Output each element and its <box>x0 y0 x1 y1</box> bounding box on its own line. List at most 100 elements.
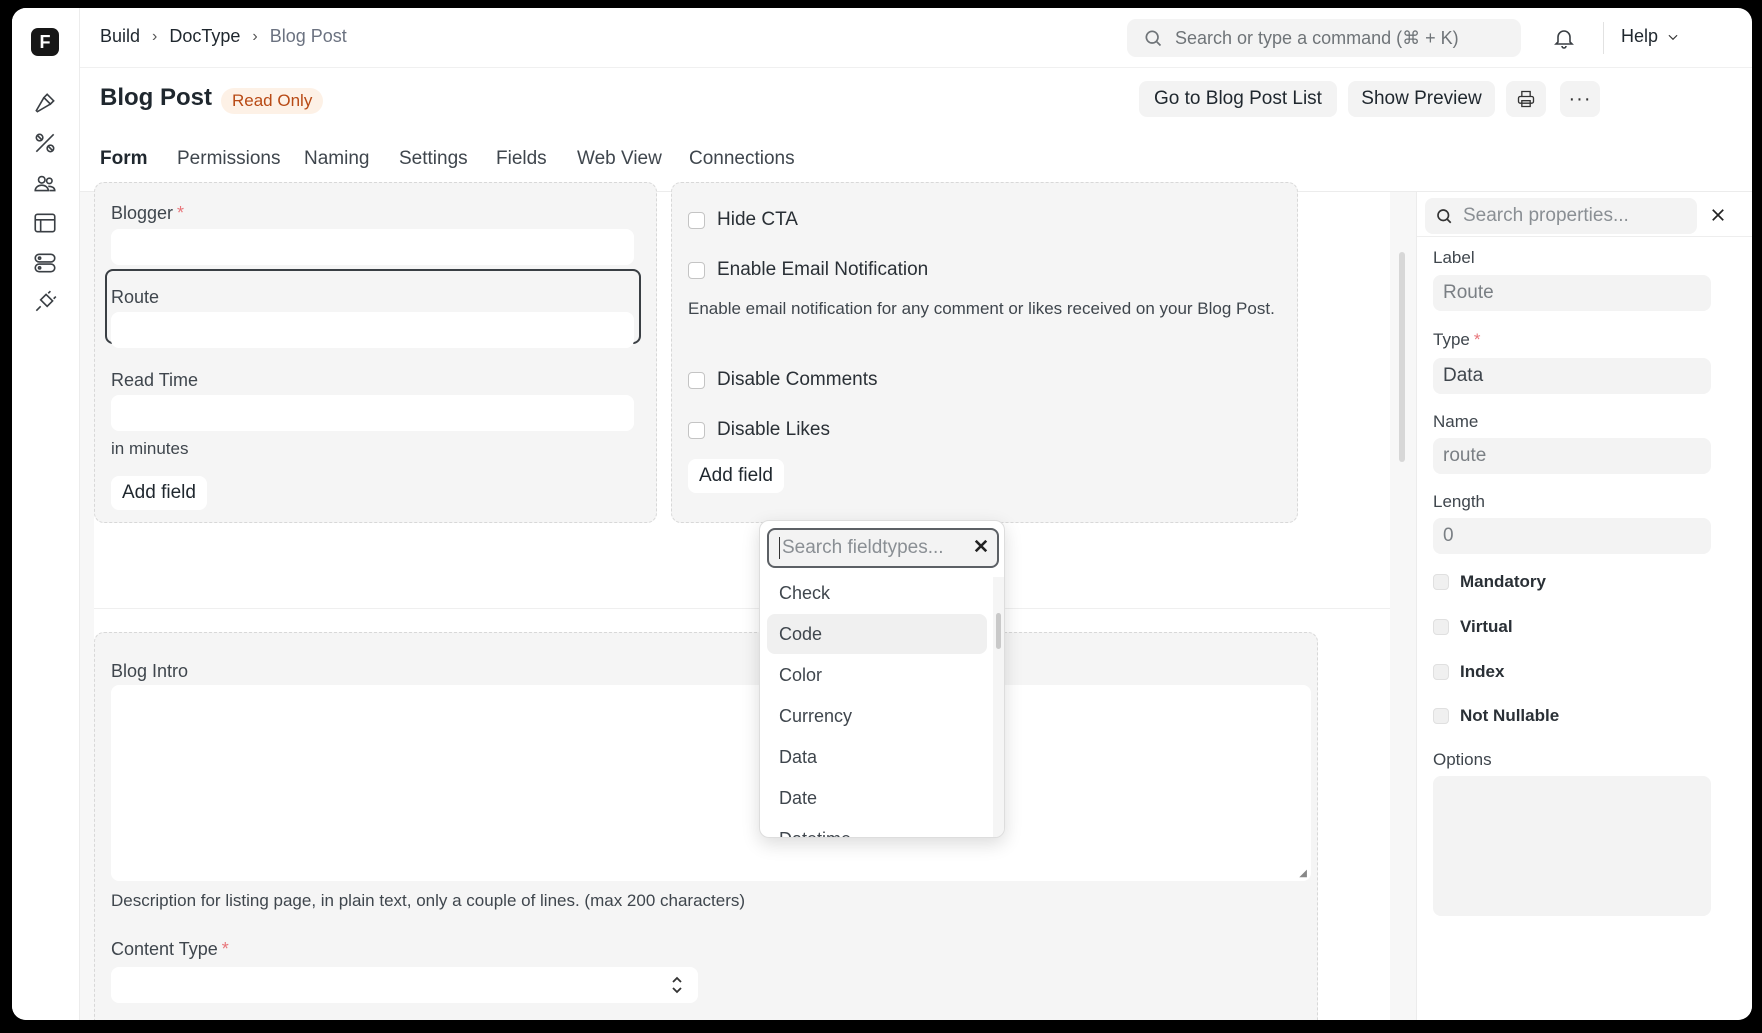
prop-index-checkbox[interactable]: Index <box>1433 662 1504 682</box>
form-canvas: Blogger * Route Read Time in minutes Add … <box>80 182 1416 1020</box>
read-time-label[interactable]: Read Time <box>111 370 198 391</box>
prop-length-label: Length <box>1433 492 1485 511</box>
tab-connections[interactable]: Connections <box>689 148 795 170</box>
tab-fields[interactable]: Fields <box>496 148 547 170</box>
app-logo[interactable]: F <box>31 28 59 56</box>
window-icon[interactable] <box>32 210 58 236</box>
fieldtype-search-input[interactable]: Search fieldtypes... <box>767 528 999 568</box>
fieldtype-option-check[interactable]: Check <box>767 573 987 613</box>
breadcrumb: Build › DocType › Blog Post <box>100 26 347 47</box>
app-window: F Build › DocType › Blog Post Search or … <box>12 8 1752 1020</box>
users-icon[interactable] <box>32 170 58 196</box>
prop-virtual-label: Virtual <box>1460 617 1513 636</box>
checkbox[interactable] <box>1433 664 1449 680</box>
search-placeholder: Search or type a command (⌘ + K) <box>1175 27 1459 48</box>
prop-mandatory-checkbox[interactable]: Mandatory <box>1433 572 1546 592</box>
help-menu[interactable]: Help <box>1621 26 1680 47</box>
prop-type-label: Type * <box>1433 330 1481 349</box>
tab-settings[interactable]: Settings <box>399 148 468 170</box>
blogger-label[interactable]: Blogger * <box>111 203 184 224</box>
enable-email-checkbox[interactable]: Enable Email Notification <box>688 259 928 281</box>
checkbox[interactable] <box>688 421 705 439</box>
route-field[interactable] <box>111 312 634 348</box>
checkbox[interactable] <box>688 371 705 389</box>
fieldtype-option-color[interactable]: Color <box>767 655 987 695</box>
fieldtype-dropdown: Search fieldtypes... Check Code Color Cu… <box>759 520 1005 838</box>
section-left-column: Blogger * Route Read Time in minutes Add … <box>94 182 657 523</box>
prop-not-nullable-checkbox[interactable]: Not Nullable <box>1433 706 1559 726</box>
content-type-label[interactable]: Content Type * <box>111 939 229 960</box>
help-label: Help <box>1621 26 1659 46</box>
close-icon[interactable] <box>972 537 990 555</box>
read-time-field[interactable] <box>111 395 634 431</box>
prop-virtual-checkbox[interactable]: Virtual <box>1433 617 1513 637</box>
fieldtype-option-currency[interactable]: Currency <box>767 696 987 736</box>
route-label[interactable]: Route <box>111 287 159 308</box>
command-search-input[interactable]: Search or type a command (⌘ + K) <box>1127 19 1521 57</box>
go-to-list-button[interactable]: Go to Blog Post List <box>1139 81 1337 117</box>
tab-permissions[interactable]: Permissions <box>177 148 280 170</box>
canvas-scrollbar[interactable] <box>1399 252 1405 462</box>
properties-panel: Search properties... Label Route Type * D… <box>1416 192 1752 1020</box>
breadcrumb-doctype[interactable]: DocType <box>169 26 240 47</box>
add-field-button-left[interactable]: Add field <box>111 476 207 510</box>
section-divider <box>94 608 1390 609</box>
content-type-select[interactable] <box>111 967 698 1003</box>
close-icon[interactable] <box>1709 206 1727 224</box>
disable-comments-checkbox[interactable]: Disable Comments <box>688 369 878 391</box>
sidebar: F <box>12 8 80 1020</box>
tab-naming[interactable]: Naming <box>304 148 369 170</box>
hide-cta-checkbox[interactable]: Hide CTA <box>688 209 798 231</box>
fieldtype-option-date[interactable]: Date <box>767 778 987 818</box>
fieldtype-option-datetime[interactable]: Datetime <box>767 819 987 837</box>
chevron-down-icon <box>1668 34 1678 40</box>
add-field-button-right[interactable]: Add field <box>688 459 784 493</box>
checkbox[interactable] <box>688 211 705 229</box>
hammer-icon[interactable] <box>32 90 58 116</box>
show-preview-button[interactable]: Show Preview <box>1348 81 1495 117</box>
checkbox[interactable] <box>688 261 705 279</box>
tab-web-view[interactable]: Web View <box>577 148 662 170</box>
prop-name-input[interactable]: route <box>1433 438 1711 474</box>
checkbox[interactable] <box>1433 574 1449 590</box>
divider <box>1603 22 1604 54</box>
server-icon[interactable] <box>32 250 58 276</box>
resize-handle-icon[interactable]: ◢ <box>1299 868 1307 879</box>
bell-icon[interactable] <box>1552 26 1576 50</box>
chevron-right-icon: › <box>252 27 258 45</box>
plug-icon[interactable] <box>32 289 58 315</box>
breadcrumb-build[interactable]: Build <box>100 26 140 47</box>
hide-cta-label: Hide CTA <box>717 209 798 230</box>
read-time-hint: in minutes <box>111 439 189 458</box>
fieldtype-option-code[interactable]: Code <box>767 614 987 654</box>
tools-icon[interactable] <box>32 130 58 156</box>
blog-intro-textarea[interactable]: ◢ <box>111 685 1311 881</box>
checkbox[interactable] <box>1433 619 1449 635</box>
fieldtype-option-data[interactable]: Data <box>767 737 987 777</box>
status-badge: Read Only <box>221 88 324 114</box>
blogger-field[interactable] <box>111 229 634 265</box>
properties-search-input[interactable]: Search properties... <box>1425 198 1697 234</box>
checkbox[interactable] <box>1433 708 1449 724</box>
blog-intro-hint: Description for listing page, in plain t… <box>111 891 746 910</box>
print-button[interactable] <box>1506 81 1546 117</box>
enable-email-label: Enable Email Notification <box>717 259 929 280</box>
disable-likes-checkbox[interactable]: Disable Likes <box>688 419 830 441</box>
prop-length-input[interactable]: 0 <box>1433 518 1711 554</box>
more-button[interactable]: ··· <box>1560 81 1600 117</box>
prop-options-textarea[interactable] <box>1433 776 1711 916</box>
divider <box>1417 236 1752 237</box>
tab-form[interactable]: Form <box>100 148 148 191</box>
prop-options-label: Options <box>1433 750 1492 769</box>
breadcrumb-blog-post[interactable]: Blog Post <box>270 26 347 47</box>
dropdown-scrollbar[interactable] <box>996 613 1001 649</box>
page-header: Blog Post Read Only Go to Blog Post List… <box>80 68 1752 130</box>
properties-search-placeholder: Search properties... <box>1463 205 1629 226</box>
prop-label-input[interactable]: Route <box>1433 275 1711 311</box>
search-icon <box>1437 209 1452 224</box>
blog-intro-label[interactable]: Blog Intro <box>111 661 188 682</box>
prop-not-nullable-label: Not Nullable <box>1460 706 1560 725</box>
prop-index-label: Index <box>1460 662 1505 681</box>
fieldtype-search-placeholder: Search fieldtypes... <box>782 537 944 558</box>
prop-type-select[interactable]: Data <box>1433 358 1711 394</box>
